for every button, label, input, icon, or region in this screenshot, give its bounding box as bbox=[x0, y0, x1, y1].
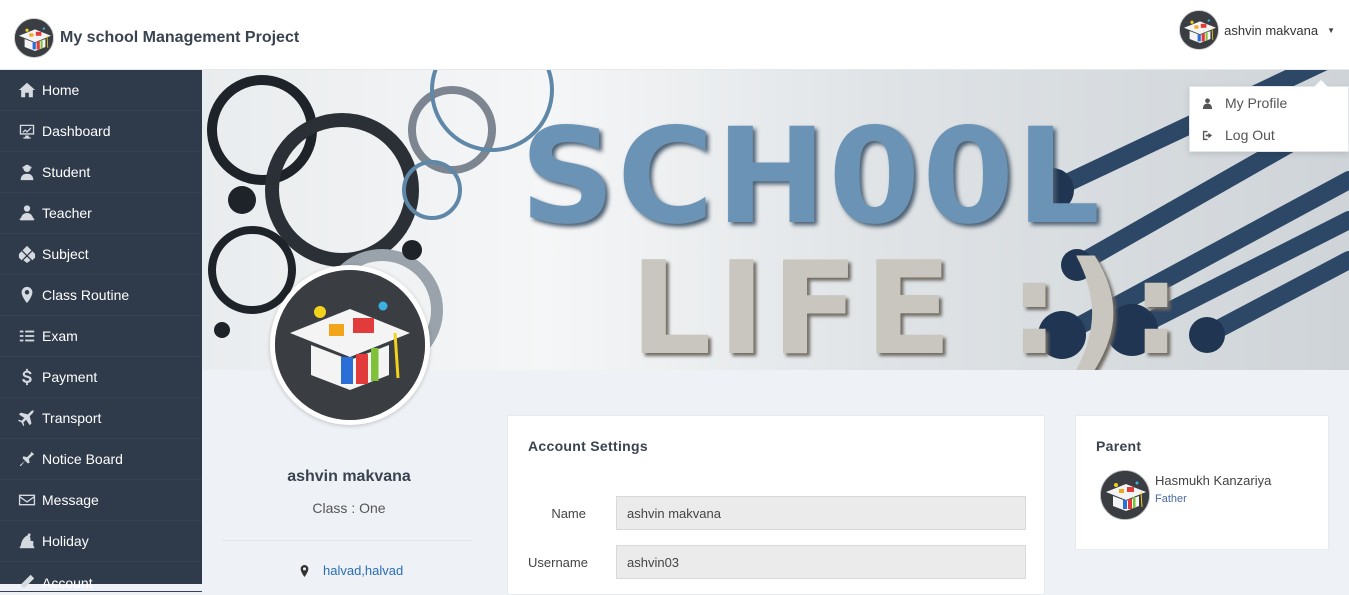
sidebar-item-student[interactable]: Student bbox=[0, 152, 202, 193]
sidebar-item-account[interactable]: Account bbox=[0, 562, 202, 592]
username-field[interactable]: ashvin03 bbox=[616, 545, 1026, 579]
holiday-icon bbox=[19, 533, 35, 549]
user-avatar bbox=[1179, 10, 1220, 50]
top-header: My school Management Project ashvin makv… bbox=[0, 0, 1349, 70]
envelope-icon bbox=[18, 494, 36, 506]
address-link: halvad,halvad bbox=[323, 563, 404, 578]
account-icon bbox=[21, 574, 35, 588]
sidebar-item-label: Holiday bbox=[42, 533, 89, 549]
parent-card: Parent Hasmukh Kanzariya Father bbox=[1075, 415, 1329, 550]
plane-icon bbox=[18, 409, 35, 427]
sidebar-item-transport[interactable]: Transport bbox=[0, 398, 202, 439]
user-menu-toggle[interactable]: ashvin makvana ▼ bbox=[1179, 10, 1335, 50]
map-marker-icon bbox=[21, 286, 33, 304]
sidebar-item-home[interactable]: Home bbox=[0, 70, 202, 111]
map-marker-icon bbox=[300, 564, 309, 577]
sidebar-item-label: Teacher bbox=[42, 205, 92, 221]
sidebar-item-message[interactable]: Message bbox=[0, 480, 202, 521]
logout-icon bbox=[1202, 130, 1213, 140]
sidebar-item-label: Notice Board bbox=[42, 451, 123, 467]
name-label: Name bbox=[551, 505, 586, 521]
school-logo-icon bbox=[14, 18, 54, 58]
notice-icon bbox=[19, 451, 35, 467]
sidebar-item-label: Home bbox=[42, 82, 80, 98]
exam-icon bbox=[19, 330, 35, 342]
caret-down-icon: ▼ bbox=[1327, 25, 1335, 35]
teacher-icon bbox=[19, 205, 35, 221]
parent-title: Parent bbox=[1096, 438, 1142, 454]
menu-item-label: My Profile bbox=[1225, 95, 1288, 111]
sidebar-item-label: Exam bbox=[42, 328, 78, 344]
student-icon bbox=[20, 164, 34, 181]
sidebar-item-notice-board[interactable]: Notice Board bbox=[0, 439, 202, 480]
profile-divider bbox=[222, 540, 472, 541]
account-settings-card: Account Settings Name ashvin makvana Use… bbox=[507, 415, 1045, 595]
account-settings-title: Account Settings bbox=[528, 438, 648, 454]
parent-name: Hasmukh Kanzariya bbox=[1155, 473, 1272, 488]
banner-title-line1: SCH00L bbox=[520, 100, 1103, 254]
home-icon bbox=[18, 82, 36, 98]
dollar-icon bbox=[22, 368, 32, 386]
sidebar-item-exam[interactable]: Exam bbox=[0, 316, 202, 357]
app-title: My school Management Project bbox=[60, 29, 300, 46]
profile-address[interactable]: halvad,halvad bbox=[300, 563, 403, 578]
sidebar-item-label: Account bbox=[42, 575, 93, 591]
subject-icon bbox=[18, 245, 36, 263]
dashboard-icon bbox=[19, 124, 35, 139]
username-label: Username bbox=[528, 554, 588, 570]
sidebar-item-label: Message bbox=[42, 492, 99, 508]
profile-class: Class : One bbox=[312, 500, 386, 516]
sidebar-item-subject[interactable]: Subject bbox=[0, 234, 202, 275]
username-row: Username ashvin03 bbox=[508, 545, 1026, 579]
sidebar-item-label: Transport bbox=[42, 410, 102, 426]
menu-item-my-profile[interactable]: My Profile bbox=[1190, 87, 1348, 119]
name-row: Name ashvin makvana bbox=[508, 496, 1026, 530]
parent-avatar bbox=[1100, 470, 1150, 520]
profile-name: ashvin makvana bbox=[287, 468, 411, 485]
name-field[interactable]: ashvin makvana bbox=[616, 496, 1026, 530]
sidebar-item-label: Class Routine bbox=[42, 287, 130, 303]
menu-item-log-out[interactable]: Log Out bbox=[1190, 119, 1348, 151]
banner-title-line2: LIFE :): bbox=[630, 235, 1188, 370]
parent-relation: Father bbox=[1155, 493, 1187, 505]
brand[interactable]: My school Management Project bbox=[14, 18, 299, 58]
sidebar-item-label: Student bbox=[42, 164, 91, 180]
user-name: ashvin makvana bbox=[1224, 22, 1319, 38]
sidebar-item-payment[interactable]: Payment bbox=[0, 357, 202, 398]
sidebar-item-teacher[interactable]: Teacher bbox=[0, 193, 202, 234]
sidebar-item-class-routine[interactable]: Class Routine bbox=[0, 275, 202, 316]
profile-avatar bbox=[270, 265, 430, 425]
menu-item-label: Log Out bbox=[1225, 127, 1275, 143]
sidebar-item-label: Payment bbox=[42, 369, 98, 385]
sidebar: Home Dashboard Student Teacher Subject C… bbox=[0, 70, 202, 592]
sidebar-item-dashboard[interactable]: Dashboard bbox=[0, 111, 202, 152]
user-dropdown-menu: My Profile Log Out bbox=[1189, 80, 1349, 152]
sidebar-item-label: Dashboard bbox=[42, 123, 111, 139]
sidebar-item-label: Subject bbox=[42, 246, 89, 262]
user-icon bbox=[1202, 97, 1213, 109]
sidebar-item-holiday[interactable]: Holiday bbox=[0, 521, 202, 562]
